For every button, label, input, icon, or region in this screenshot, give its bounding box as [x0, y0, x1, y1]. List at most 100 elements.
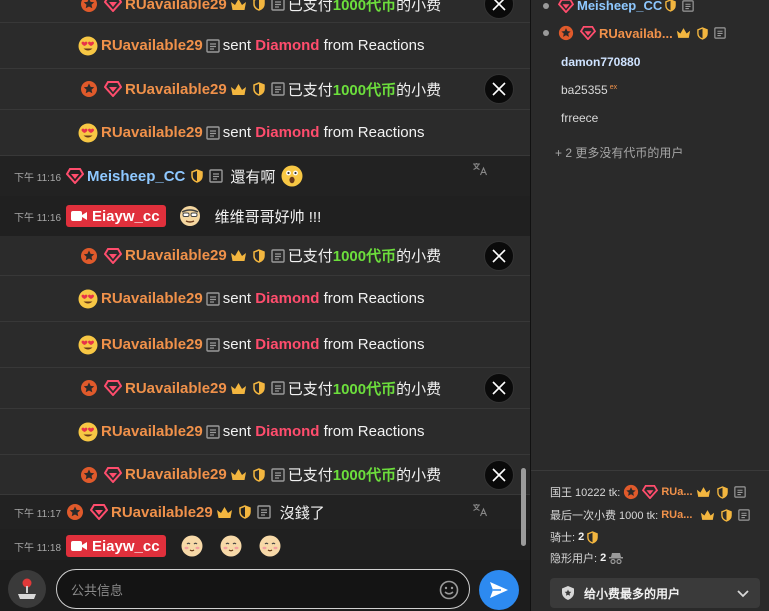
username[interactable]: RUavailable29: [101, 124, 203, 141]
crown-icon: [676, 27, 691, 39]
note-icon: [206, 337, 220, 352]
note-icon: [733, 486, 746, 498]
username[interactable]: RUavailable29: [101, 290, 203, 307]
username[interactable]: RUavailable29: [101, 37, 203, 54]
king-user[interactable]: RUa...: [661, 486, 692, 498]
username[interactable]: Meisheep_CC: [87, 168, 185, 185]
heart-eyes-emoji-icon: [78, 123, 98, 143]
tip-amount: 1000代币: [332, 467, 397, 484]
username[interactable]: RUavailable29: [101, 423, 203, 440]
live-user-badge[interactable]: Eiayw_cc: [66, 535, 166, 557]
last-tip-label: 最后一次小费 1000 tk:: [550, 510, 659, 522]
tip-amount: 1000代币: [332, 0, 397, 14]
last-tip-user[interactable]: RUa...: [661, 509, 692, 521]
username[interactable]: RUavailable29: [125, 466, 227, 483]
username: Eiayw_cc: [92, 537, 160, 555]
note-icon: [271, 82, 285, 96]
username[interactable]: RUavailable29: [125, 380, 227, 397]
knights-label: 骑士:: [550, 532, 576, 544]
x-icon[interactable]: [484, 0, 514, 19]
crown-icon: [230, 249, 247, 262]
x-icon[interactable]: [484, 373, 514, 403]
message-time: 下午 11:16: [14, 172, 62, 184]
user-badge: ex: [609, 84, 618, 91]
note-icon: [206, 424, 220, 439]
translate-icon[interactable]: [472, 162, 488, 176]
crown-icon: [230, 83, 247, 96]
message-text: 沒錢了: [279, 504, 325, 522]
note-icon: [682, 0, 694, 12]
knights-count: 2: [578, 531, 585, 543]
user-list-item[interactable]: damon770880: [561, 55, 640, 69]
star-icon: [558, 25, 574, 41]
crown-icon: [230, 468, 247, 481]
note-icon: [271, 467, 285, 482]
x-icon[interactable]: [484, 459, 514, 490]
reaction-verb: sent: [222, 423, 252, 440]
tip-text: 已支付: [287, 0, 333, 14]
more-users-link[interactable]: + 2 更多没有代币的用户: [555, 144, 683, 161]
chat-scrollbar-thumb[interactable]: [521, 468, 526, 546]
emoji-icon[interactable]: [439, 580, 459, 600]
heart-eyes-emoji-icon: [78, 289, 98, 309]
tip-row: RUavailable29 已支付 1000代币 的小费: [0, 69, 530, 110]
chat-message: 下午 11:17 RUavailable29 沒錢了: [0, 495, 530, 529]
tip-row: RUavailable29 已支付 1000代币 的小费: [0, 0, 530, 23]
star-icon: [80, 379, 98, 397]
username[interactable]: RUavailable29: [125, 81, 227, 98]
username[interactable]: RUavailable29: [125, 0, 227, 13]
translate-icon[interactable]: [472, 503, 488, 517]
shield-icon: [191, 169, 204, 183]
x-icon[interactable]: [484, 240, 514, 271]
reaction-item: Diamond: [255, 290, 320, 307]
diamond-icon: [104, 380, 122, 396]
surprised-emoji-icon: [281, 165, 303, 187]
reaction-item: Diamond: [255, 37, 320, 54]
shield-icon: [252, 381, 265, 395]
tip-amount: 1000代币: [332, 81, 397, 99]
chat-input-container: [56, 569, 470, 609]
chat-message-list[interactable]: RUavailable29 已支付 1000代币 的小费 RUavailable29…: [0, 0, 530, 560]
username[interactable]: RUavailable29: [101, 336, 203, 353]
username[interactable]: RUavailable29: [111, 504, 213, 521]
camera-icon: [70, 539, 88, 553]
x-icon[interactable]: [484, 74, 514, 104]
joystick-icon[interactable]: [8, 570, 46, 608]
crown-icon: [230, 382, 247, 395]
reaction-verb: sent: [222, 37, 252, 54]
crown-icon: [230, 0, 247, 11]
tip-row: RUavailable29 已支付 1000代币 的小费: [0, 236, 530, 276]
top-tipper-label: 给小费最多的用户: [584, 586, 681, 601]
star-icon: [623, 484, 639, 500]
username[interactable]: RUavailable29: [125, 247, 227, 264]
user-name: frreece: [561, 111, 599, 125]
diamond-icon: [104, 81, 122, 97]
star-icon: [80, 247, 98, 265]
reaction-row: RUavailable29 sent Diamond from Reaction…: [0, 23, 530, 69]
message-time: 下午 11:17: [14, 508, 62, 520]
send-icon[interactable]: [479, 570, 519, 610]
tip-suffix: 的小费: [396, 467, 442, 484]
chat-message: 下午 11:18 Eiayw_cc: [0, 529, 530, 560]
list-bullet: [543, 30, 549, 36]
crown-icon: [696, 486, 711, 498]
user-list-item[interactable]: frreece: [561, 111, 598, 125]
top-tipper-dropdown[interactable]: 给小费最多的用户: [550, 578, 760, 608]
chat-message: 下午 11:16 Eiayw_cc 维维哥哥好帅 !!!: [0, 196, 530, 236]
chat-input[interactable]: [71, 580, 431, 600]
user-list-panel: Meisheep_CC RUavailab... damon770880 ba2…: [530, 0, 769, 611]
blush-emoji-icon: [258, 534, 282, 558]
diamond-icon: [104, 247, 122, 264]
user-list-item[interactable]: RUavailab...: [543, 25, 729, 41]
reaction-verb: sent: [222, 290, 252, 307]
user-list-item[interactable]: Meisheep_CC: [543, 0, 697, 13]
note-icon: [209, 169, 224, 183]
live-user-badge[interactable]: Eiayw_cc: [66, 205, 166, 227]
note-icon: [271, 0, 285, 11]
shield-icon: [716, 485, 728, 499]
tip-amount: 1000代币: [332, 248, 397, 265]
star-icon: [66, 503, 84, 521]
user-list-item[interactable]: ba25355 ex: [561, 83, 617, 97]
reaction-source: from Reactions: [323, 290, 425, 307]
reaction-item: Diamond: [255, 336, 320, 353]
